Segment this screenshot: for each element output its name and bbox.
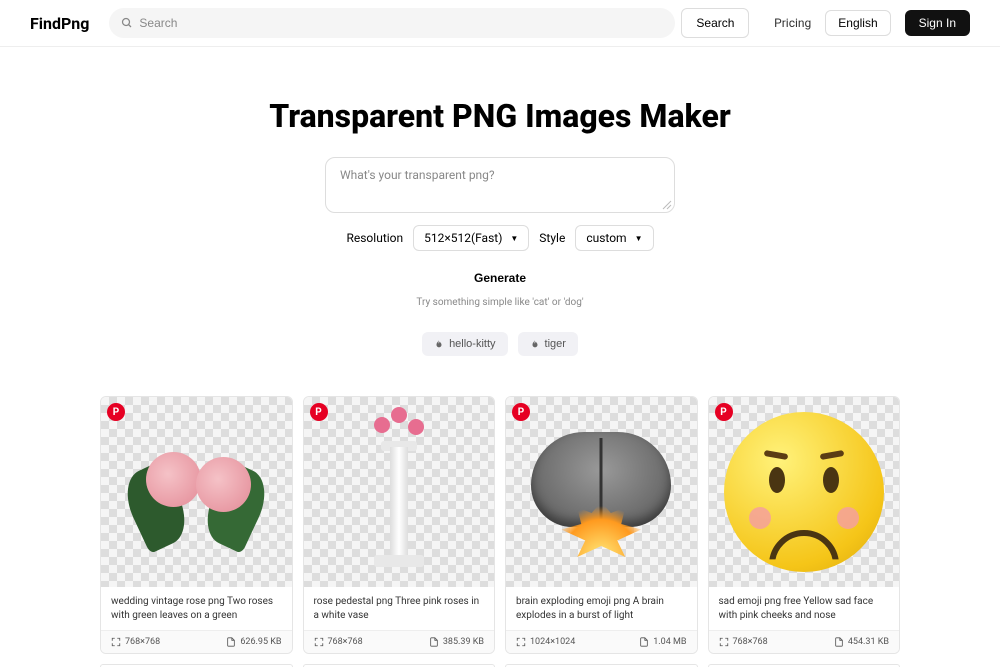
image-grid: P wedding vintage rose png Two roses wit… [0, 376, 1000, 664]
filesize: 454.31 KB [834, 637, 889, 647]
thumbnail-illustration [121, 427, 271, 557]
tag-list: hello-kitty tiger [0, 332, 1000, 356]
dimensions: 768×768 [314, 637, 363, 647]
dimensions: 1024×1024 [516, 637, 575, 647]
filesize-value: 626.95 KB [240, 637, 281, 647]
dimensions-value: 768×768 [733, 637, 768, 647]
pricing-link[interactable]: Pricing [774, 16, 811, 30]
thumbnail-illustration [724, 412, 884, 572]
chevron-down-icon: ▼ [635, 234, 643, 243]
file-icon [834, 637, 844, 647]
signin-button[interactable]: Sign In [905, 10, 970, 36]
expand-icon [719, 637, 729, 647]
style-select[interactable]: custom ▼ [575, 225, 653, 251]
file-icon [429, 637, 439, 647]
filesize: 626.95 KB [226, 637, 281, 647]
card-footer: 768×768 385.39 KB [304, 630, 495, 653]
prompt-placeholder: What's your transparent png? [340, 168, 495, 182]
image-card[interactable]: P brain exploding emoji png A brain expl… [505, 396, 698, 654]
filesize: 385.39 KB [429, 637, 484, 647]
chevron-down-icon: ▼ [510, 234, 518, 243]
file-icon [639, 637, 649, 647]
image-card[interactable]: P sad emoji png free Yellow sad face wit… [708, 396, 901, 654]
card-thumbnail[interactable]: P [709, 397, 900, 587]
card-thumbnail[interactable]: P [101, 397, 292, 587]
search-button[interactable]: Search [681, 8, 749, 38]
filesize-value: 385.39 KB [443, 637, 484, 647]
style-value: custom [586, 231, 626, 245]
pinterest-icon[interactable]: P [107, 403, 125, 421]
card-description: brain exploding emoji png A brain explod… [516, 595, 687, 622]
thumbnail-illustration [526, 417, 676, 567]
flame-icon [434, 338, 444, 350]
file-icon [226, 637, 236, 647]
prompt-textarea[interactable]: What's your transparent png? [325, 157, 675, 213]
expand-icon [516, 637, 526, 647]
tag-hello-kitty[interactable]: hello-kitty [422, 332, 507, 356]
image-card[interactable]: P rose pedestal png Three pink roses in … [303, 396, 496, 654]
controls: Resolution 512×512(Fast) ▼ Style custom … [0, 225, 1000, 251]
card-body: sad emoji png free Yellow sad face with … [709, 587, 900, 630]
search-box[interactable] [109, 8, 675, 38]
dimensions-value: 768×768 [328, 637, 363, 647]
pinterest-icon[interactable]: P [310, 403, 328, 421]
card-body: wedding vintage rose png Two roses with … [101, 587, 292, 630]
resolution-select[interactable]: 512×512(Fast) ▼ [413, 225, 529, 251]
image-card[interactable]: P wedding vintage rose png Two roses wit… [100, 396, 293, 654]
card-description: wedding vintage rose png Two roses with … [111, 595, 282, 622]
generate-button[interactable]: Generate [474, 271, 526, 285]
card-description: sad emoji png free Yellow sad face with … [719, 595, 890, 622]
resolution-label: Resolution [346, 231, 403, 245]
resize-handle-icon[interactable] [662, 200, 672, 210]
card-body: brain exploding emoji png A brain explod… [506, 587, 697, 630]
card-description: rose pedestal png Three pink roses in a … [314, 595, 485, 622]
tag-tiger[interactable]: tiger [518, 332, 578, 356]
search-icon [121, 17, 133, 29]
hint-text: Try something simple like 'cat' or 'dog' [0, 297, 1000, 308]
card-body: rose pedestal png Three pink roses in a … [304, 587, 495, 630]
dimensions: 768×768 [111, 637, 160, 647]
thumbnail-illustration [359, 407, 439, 577]
card-thumbnail[interactable]: P [304, 397, 495, 587]
dimensions-value: 1024×1024 [530, 637, 575, 647]
resolution-value: 512×512(Fast) [424, 231, 502, 245]
filesize: 1.04 MB [639, 637, 686, 647]
dimensions-value: 768×768 [125, 637, 160, 647]
filesize-value: 1.04 MB [653, 637, 686, 647]
tag-label: tiger [545, 338, 566, 350]
search-input[interactable] [139, 16, 663, 30]
style-label: Style [539, 231, 565, 245]
card-footer: 768×768 626.95 KB [101, 630, 292, 653]
pinterest-icon[interactable]: P [715, 403, 733, 421]
main: Transparent PNG Images Maker What's your… [0, 47, 1000, 376]
expand-icon [314, 637, 324, 647]
page-title: Transparent PNG Images Maker [0, 97, 1000, 135]
language-button[interactable]: English [825, 10, 890, 36]
card-footer: 768×768 454.31 KB [709, 630, 900, 653]
card-footer: 1024×1024 1.04 MB [506, 630, 697, 653]
card-thumbnail[interactable]: P [506, 397, 697, 587]
expand-icon [111, 637, 121, 647]
dimensions: 768×768 [719, 637, 768, 647]
header: FindPng Search Pricing English Sign In [0, 0, 1000, 47]
logo[interactable]: FindPng [30, 14, 89, 33]
filesize-value: 454.31 KB [848, 637, 889, 647]
header-right: Pricing English Sign In [774, 10, 970, 36]
flame-icon [530, 338, 540, 350]
search-wrap: Search [109, 8, 749, 38]
tag-label: hello-kitty [449, 338, 495, 350]
